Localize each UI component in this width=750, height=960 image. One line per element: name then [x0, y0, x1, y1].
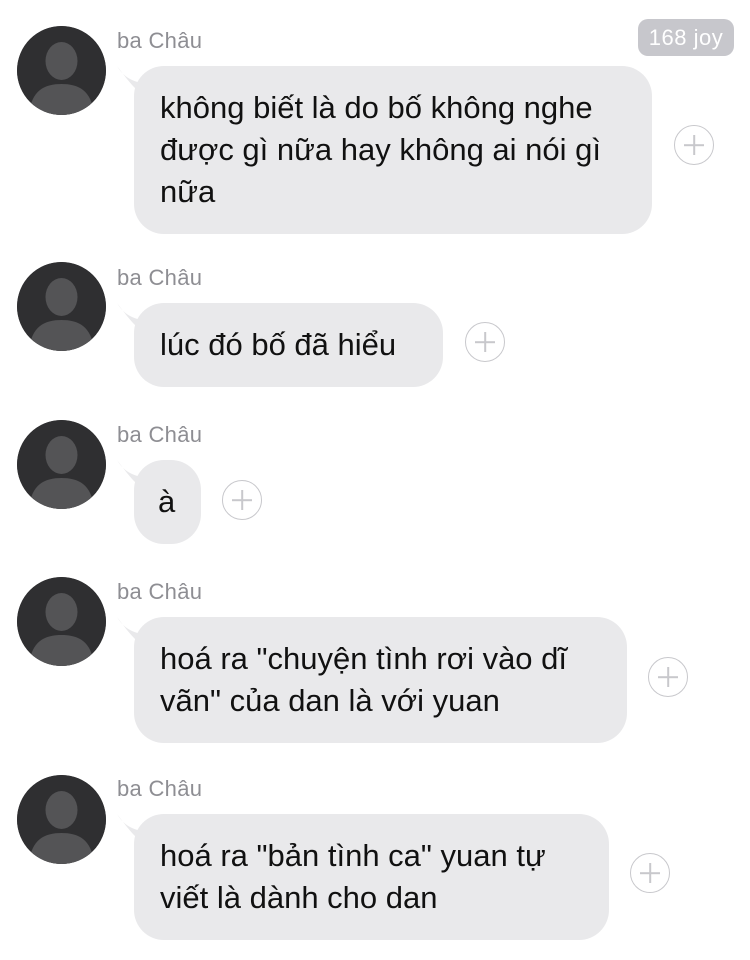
sender-name: ba Châu: [117, 28, 203, 53]
add-reaction-button[interactable]: [630, 853, 670, 893]
message-bubble[interactable]: hoá ra "bản tình ca" yuan tự viết là dàn…: [134, 814, 609, 940]
add-reaction-button[interactable]: [465, 322, 505, 362]
message-text: lúc đó bố đã hiểu: [160, 327, 397, 362]
message-text: à: [158, 484, 176, 519]
message-text: hoá ra "bản tình ca" yuan tự viết là dàn…: [160, 838, 546, 915]
default-person-avatar-icon: [17, 577, 106, 666]
default-person-avatar-icon: [17, 262, 106, 351]
add-reaction-button[interactable]: [648, 657, 688, 697]
message-text: không biết là do bố không nghe được gì n…: [160, 90, 601, 209]
sender-name: ba Châu: [117, 422, 203, 447]
avatar[interactable]: [17, 775, 106, 864]
default-person-avatar-icon: [17, 26, 106, 115]
message-bubble[interactable]: lúc đó bố đã hiểu: [134, 303, 443, 387]
avatar[interactable]: [17, 262, 106, 351]
avatar[interactable]: [17, 577, 106, 666]
default-person-avatar-icon: [17, 420, 106, 509]
message-text: hoá ra "chuyện tình rơi vào dĩ vãn" của …: [160, 641, 568, 718]
sender-name: ba Châu: [117, 776, 203, 801]
sender-name: ba Châu: [117, 265, 203, 290]
add-reaction-button[interactable]: [222, 480, 262, 520]
add-reaction-button[interactable]: [674, 125, 714, 165]
message-bubble[interactable]: không biết là do bố không nghe được gì n…: [134, 66, 652, 234]
avatar[interactable]: [17, 420, 106, 509]
default-person-avatar-icon: [17, 775, 106, 864]
avatar[interactable]: [17, 26, 106, 115]
sender-name: ba Châu: [117, 579, 203, 604]
reaction-count-badge: 168 joy: [638, 19, 734, 56]
message-bubble[interactable]: à: [134, 460, 201, 544]
message-bubble[interactable]: hoá ra "chuyện tình rơi vào dĩ vãn" của …: [134, 617, 627, 743]
